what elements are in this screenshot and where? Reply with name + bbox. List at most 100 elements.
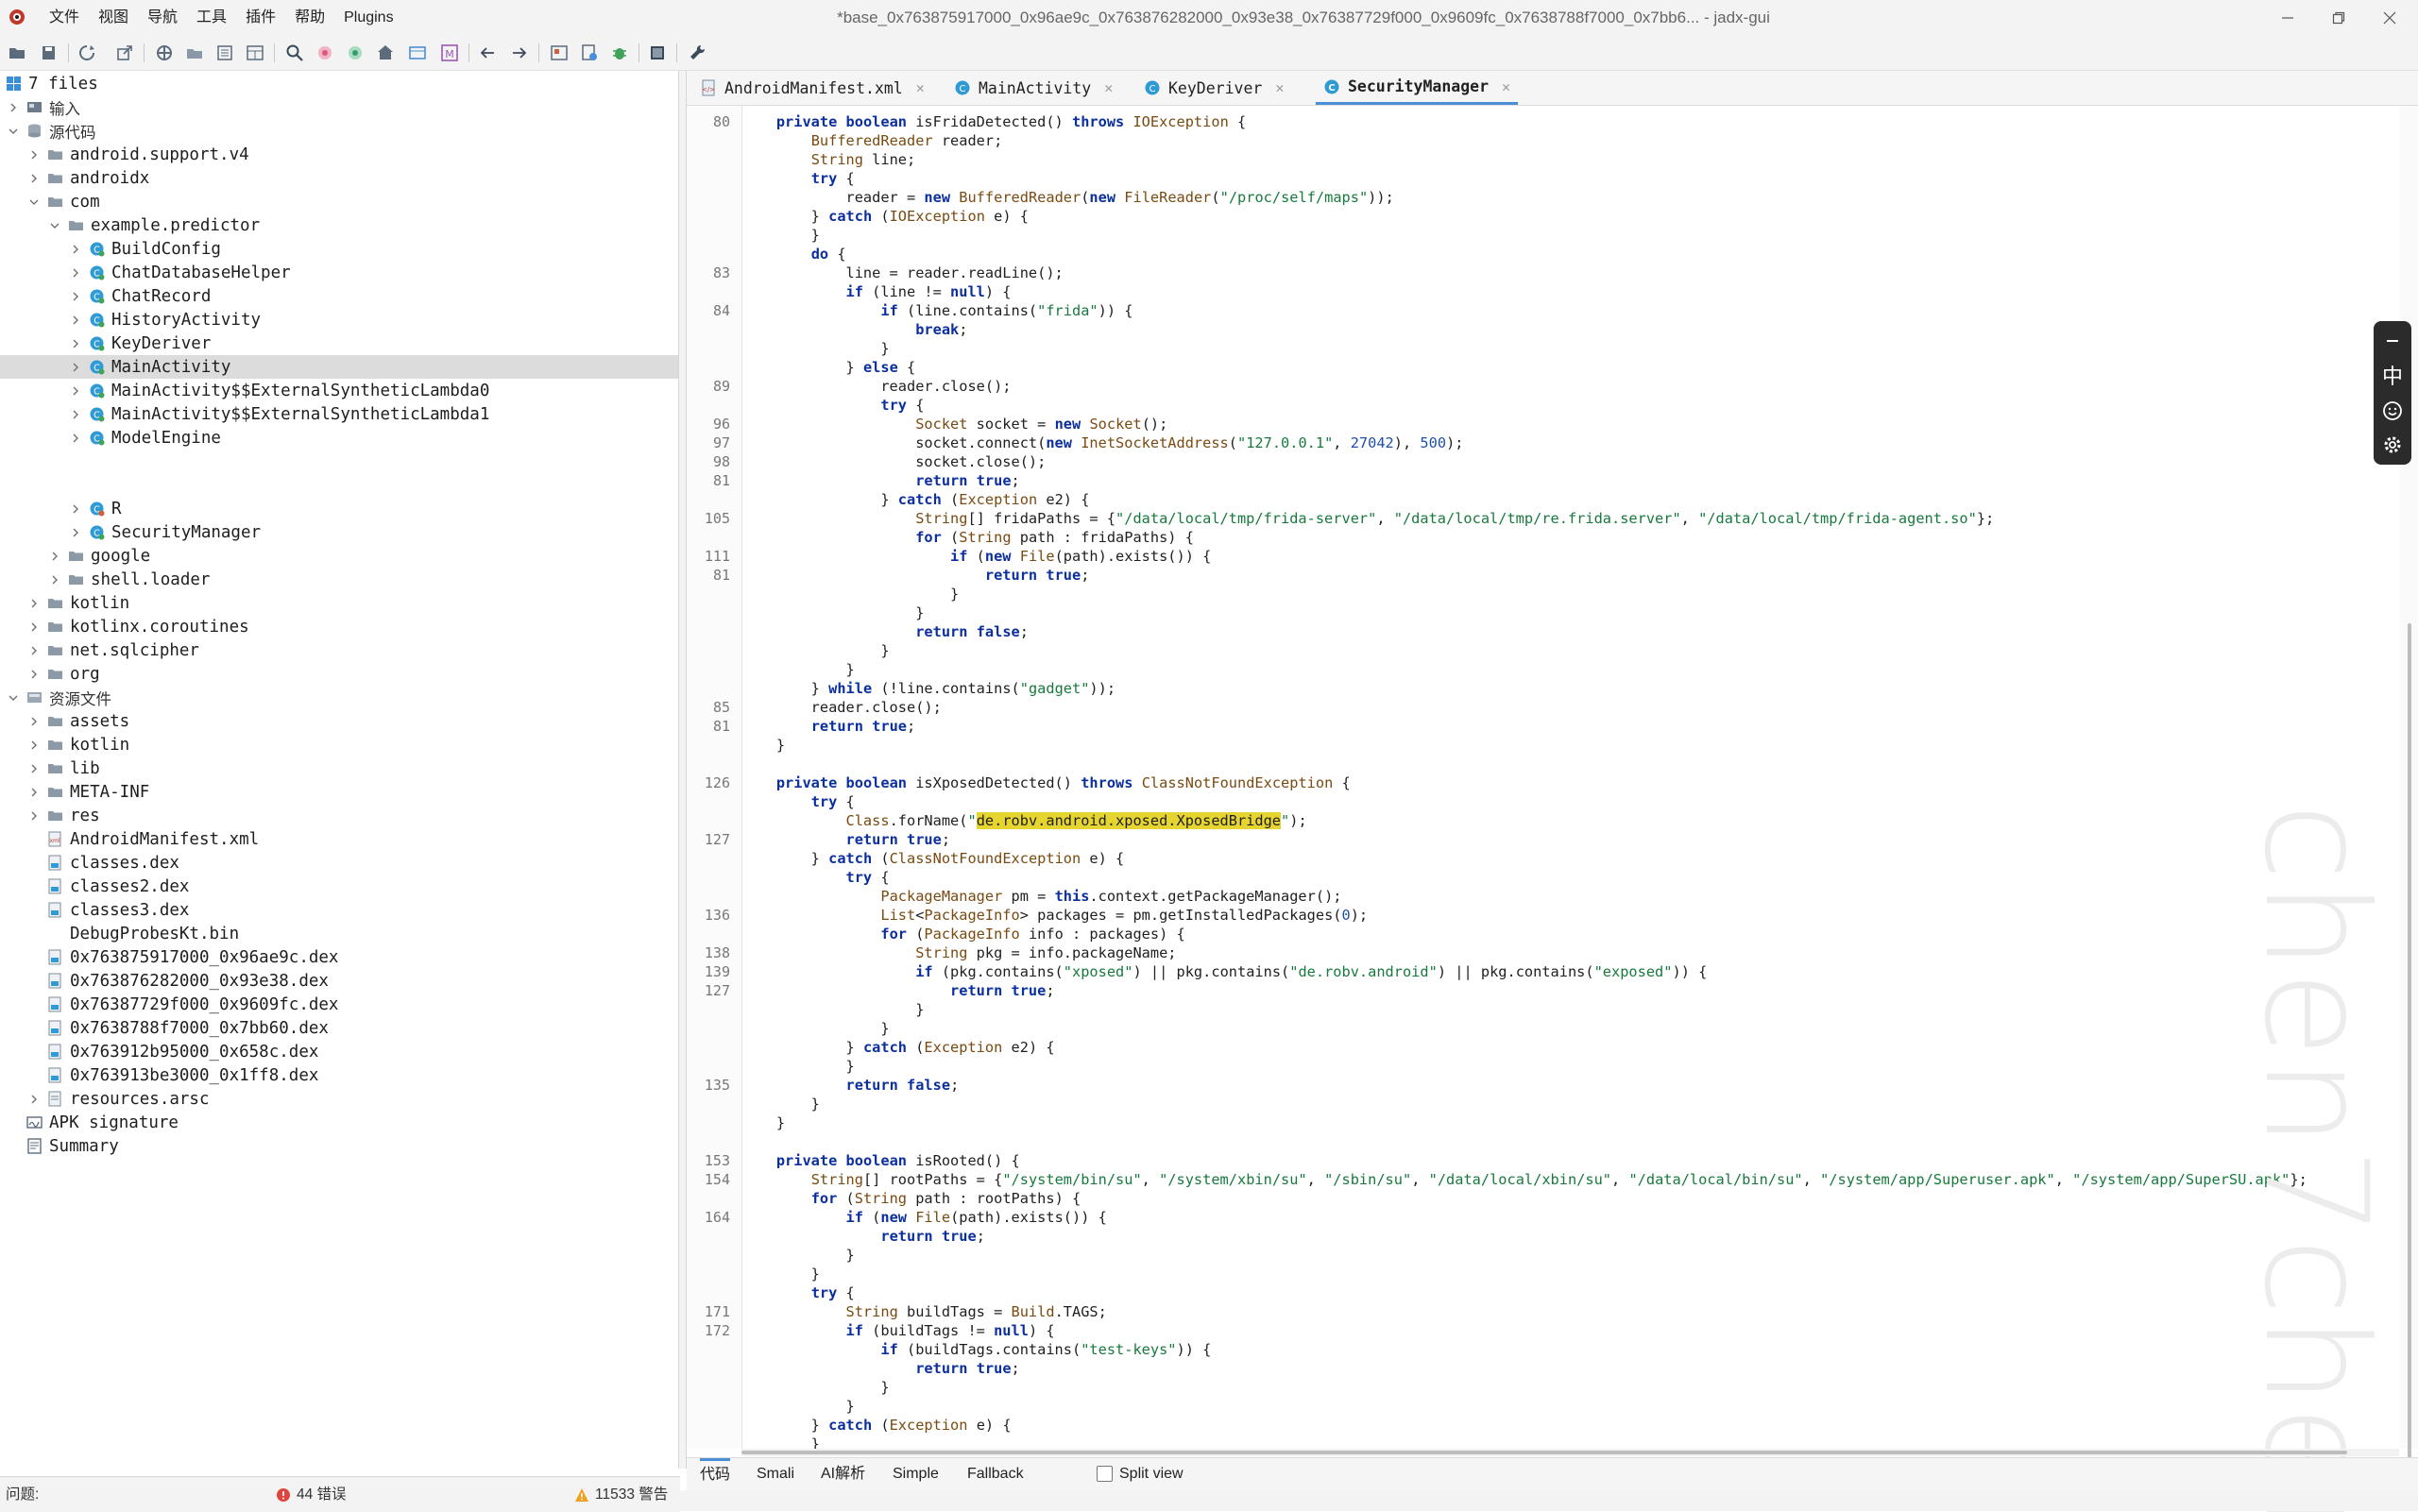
chevron-right-icon[interactable]	[28, 1094, 40, 1105]
tree-node[interactable]: assets	[0, 709, 678, 733]
code-line[interactable]: return true;	[741, 567, 1090, 586]
tree-node[interactable]: C MainActivity$$ExternalSyntheticLambda1	[0, 402, 678, 426]
search-text-icon[interactable]	[346, 43, 365, 62]
tab-mainactivity[interactable]: C MainActivity ✕	[954, 71, 1113, 105]
chevron-right-icon[interactable]	[70, 244, 81, 255]
tree-node[interactable]: 0x7638788f7000_0x7bb60.dex	[0, 1016, 678, 1040]
warnings-indicator[interactable]: 11533 警告	[574, 1477, 668, 1512]
tree-node[interactable]: 0x76387729f000_0x9609fc.dex	[0, 993, 678, 1016]
quark-icon[interactable]	[246, 43, 264, 62]
code-line[interactable]: return true;	[741, 472, 1020, 491]
menu-navigation[interactable]: 导航	[138, 0, 187, 36]
code-editor[interactable]: 80 83 84 89 96 97 98 81 105 111 81 85 81 126 127 136 138…	[687, 106, 2396, 1449]
chevron-right-icon[interactable]	[49, 551, 60, 562]
export-icon[interactable]	[115, 43, 134, 62]
tree-node[interactable]: 0x763913be3000_0x1ff8.dex	[0, 1063, 678, 1087]
tab-simple[interactable]: Simple	[893, 1458, 939, 1490]
code-line[interactable]: String[] fridaPaths = {"/data/local/tmp/…	[741, 510, 1994, 529]
chevron-down-icon[interactable]	[49, 220, 60, 231]
show-inconsistent-icon[interactable]	[215, 43, 234, 62]
chevron-right-icon[interactable]	[28, 669, 40, 680]
code-line[interactable]: for (String path : fridaPaths) {	[741, 529, 1194, 548]
tree-node[interactable]: 源代码	[0, 119, 678, 143]
tree-node[interactable]: google	[0, 544, 678, 568]
code-line[interactable]: } catch (IOException e) {	[741, 208, 1029, 227]
code-line[interactable]: private boolean isFridaDetected() throws…	[741, 113, 1246, 132]
tree-node[interactable]: classes.dex	[0, 851, 678, 875]
code-line[interactable]: }	[741, 1096, 820, 1114]
maximize-button[interactable]	[2314, 0, 2363, 36]
ime-chinese-mode[interactable]: 中	[2374, 359, 2411, 391]
code-line[interactable]: PackageManager pm = this.context.getPack…	[741, 888, 1341, 907]
chevron-down-icon[interactable]	[8, 126, 19, 137]
code-line[interactable]: socket.close();	[741, 453, 1046, 472]
tree-node[interactable]: kotlin	[0, 733, 678, 756]
tree-node[interactable]: shell.loader	[0, 568, 678, 591]
preferences-icon[interactable]	[155, 43, 174, 62]
code-line[interactable]: try {	[741, 1284, 855, 1303]
code-line[interactable]: if (new File(path).exists()) {	[741, 1209, 1107, 1228]
chevron-right-icon[interactable]	[28, 810, 40, 822]
deobfuscation-icon[interactable]	[408, 43, 427, 62]
code-line[interactable]: }	[741, 642, 889, 661]
code-line[interactable]: String line;	[741, 151, 916, 170]
horizontal-scrollbar[interactable]	[741, 1449, 2399, 1456]
tree-node[interactable]: 资源文件	[0, 686, 678, 709]
code-line[interactable]: private boolean isRooted() {	[741, 1152, 1020, 1171]
code-line[interactable]: } catch (Exception e2) {	[741, 1039, 1055, 1058]
chevron-down-icon[interactable]	[28, 196, 40, 208]
tree-node[interactable]: net.sqlcipher	[0, 638, 678, 662]
find-usage-icon[interactable]	[315, 43, 334, 62]
tab-keyderiver[interactable]: C KeyDeriver ✕	[1144, 71, 1284, 105]
tab-androidmanifest[interactable]: </> AndroidManifest.xml ✕	[700, 71, 925, 105]
code-line[interactable]: socket.connect(new InetSocketAddress("12…	[741, 434, 1463, 453]
tree-node[interactable]: C SecurityManager	[0, 520, 678, 544]
code-line[interactable]: try {	[741, 170, 855, 189]
code-line[interactable]: String pkg = info.packageName;	[741, 944, 1176, 963]
tree-node[interactable]: C ChatDatabaseHelper	[0, 261, 678, 284]
code-line[interactable]: BufferedReader reader;	[741, 132, 1003, 151]
tree-node[interactable]: CR	[0, 497, 678, 520]
scroll-thumb[interactable]	[2408, 623, 2411, 1464]
tree-node[interactable]: 输入	[0, 95, 678, 119]
close-tab-icon[interactable]: ✕	[1502, 78, 1510, 95]
tree-node[interactable]: xml AndroidManifest.xml	[0, 827, 678, 851]
menu-plugins[interactable]: Plugins	[334, 0, 402, 36]
home-icon[interactable]	[376, 43, 395, 62]
chevron-right-icon[interactable]	[70, 503, 81, 515]
code-line[interactable]: return true;	[741, 718, 916, 737]
decompile-all-icon[interactable]	[550, 43, 569, 62]
chevron-right-icon[interactable]	[28, 598, 40, 609]
tree-node[interactable]: kotlinx.coroutines	[0, 615, 678, 638]
code-line[interactable]: }	[741, 661, 855, 680]
tree-node[interactable]: android.support.v4	[0, 143, 678, 166]
code-line[interactable]: return true;	[741, 831, 951, 850]
code-line[interactable]: }	[741, 1436, 820, 1449]
menu-plugins-cn[interactable]: 插件	[236, 0, 285, 36]
code-line[interactable]: if (buildTags != null) {	[741, 1322, 1055, 1341]
tab-securitymanager[interactable]: C SecurityManager ✕	[1316, 71, 1519, 105]
tree-node[interactable]: kotlin	[0, 591, 678, 615]
chevron-right-icon[interactable]	[28, 645, 40, 656]
code-line[interactable]: return false;	[741, 623, 1029, 642]
code-line[interactable]: reader = new BufferedReader(new FileRead…	[741, 189, 1394, 208]
code-line[interactable]: }	[741, 1266, 820, 1284]
code-line[interactable]: }	[741, 1058, 855, 1077]
chevron-right-icon[interactable]	[70, 433, 81, 444]
search-icon[interactable]	[285, 43, 304, 62]
code-line[interactable]: line = reader.readLine();	[741, 264, 1064, 283]
code-line[interactable]: Socket socket = new Socket();	[741, 416, 1167, 434]
code-line[interactable]: }	[741, 227, 820, 246]
log-icon[interactable]	[648, 43, 667, 62]
chevron-right-icon[interactable]	[70, 338, 81, 349]
code-line[interactable]: break;	[741, 321, 967, 340]
code-line[interactable]: }	[741, 340, 889, 359]
code-line[interactable]: }	[741, 1398, 855, 1417]
chevron-right-icon[interactable]	[70, 527, 81, 538]
flatten-packages-icon[interactable]	[185, 43, 204, 62]
tree-node[interactable]: C MainActivity	[0, 355, 678, 379]
chevron-right-icon[interactable]	[28, 716, 40, 727]
settings-icon[interactable]	[2374, 429, 2411, 461]
code-line[interactable]: return false;	[741, 1077, 960, 1096]
tree-node[interactable]: 0x763912b95000_0x658c.dex	[0, 1040, 678, 1063]
